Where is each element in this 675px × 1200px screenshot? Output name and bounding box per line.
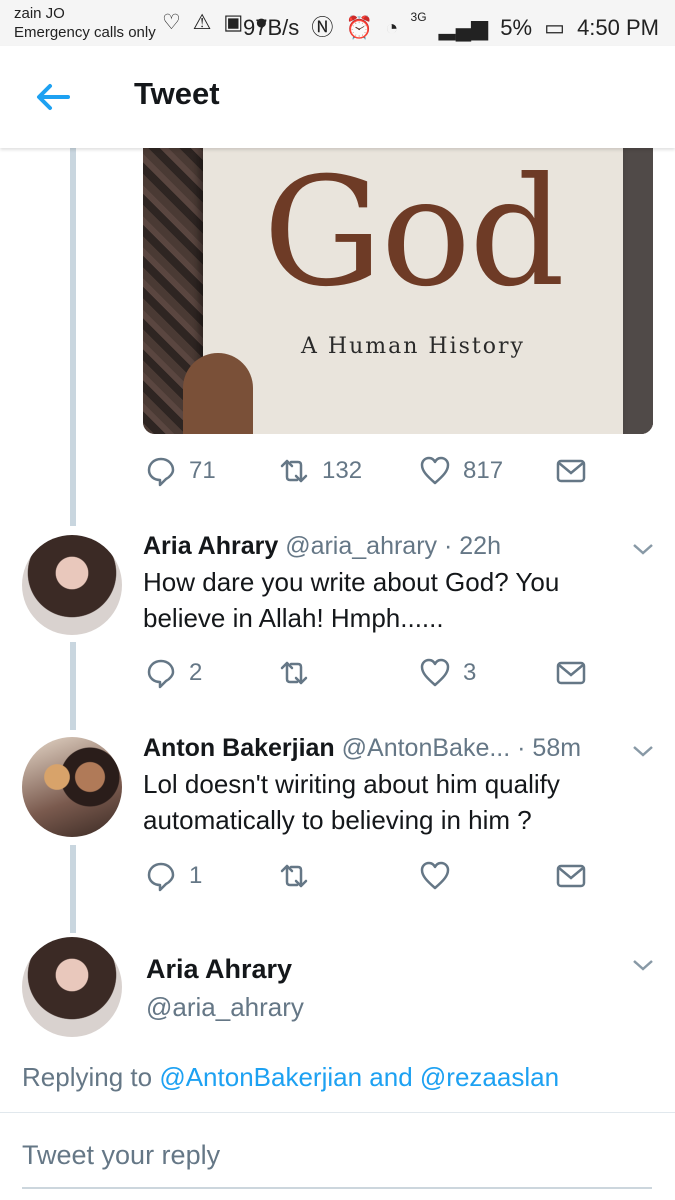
envelope-icon	[556, 459, 586, 483]
thread-line	[70, 148, 76, 526]
book-subtitle: A Human History	[301, 334, 525, 359]
battery-icon: ▭	[544, 15, 565, 40]
clock: 4:50 PM	[577, 15, 659, 40]
network-speed: 97B/s	[243, 15, 300, 40]
mention-link[interactable]: @AntonBakerjian	[159, 1062, 362, 1092]
reply-count: 71	[189, 457, 216, 484]
heart-icon	[420, 456, 450, 485]
carrier-info: zain JO Emergency calls only	[14, 4, 156, 42]
chevron-down-icon[interactable]	[632, 744, 654, 758]
nfc-icon: Ⓝ	[311, 15, 334, 40]
chevron-down-icon[interactable]	[632, 542, 654, 556]
envelope-icon	[556, 661, 586, 685]
mention-and[interactable]: and	[369, 1062, 412, 1092]
retweet-button[interactable]	[278, 860, 322, 892]
dm-button[interactable]	[555, 455, 599, 487]
like-button[interactable]: 3	[419, 657, 476, 689]
back-button[interactable]	[34, 78, 72, 116]
display-name[interactable]: Aria Ahrary	[146, 954, 292, 985]
like-count: 3	[463, 659, 477, 686]
chevron-down-icon[interactable]	[632, 958, 654, 972]
network-type: 3G	[410, 10, 427, 24]
status-bar: zain JO Emergency calls only ♡ ⚠ ▣ ● 97B…	[0, 0, 675, 46]
input-underline	[22, 1187, 652, 1189]
tweet-header: Anton Bakerjian @AntonBake... · 58m	[143, 734, 581, 763]
emergency-text: Emergency calls only	[14, 24, 156, 41]
timestamp: · 22h	[444, 532, 501, 560]
like-button[interactable]: 817	[419, 455, 503, 487]
dm-button[interactable]	[555, 860, 599, 892]
avatar[interactable]	[22, 737, 122, 837]
reply-icon	[147, 659, 175, 689]
retweet-icon	[280, 864, 308, 888]
warning-icon: ⚠	[192, 11, 212, 34]
display-name[interactable]: Anton Bakerjian	[143, 734, 335, 762]
mention-link[interactable]: @rezaaslan	[420, 1062, 559, 1092]
system-status: 97B/s Ⓝ ⏰ ◔ 3G ▂▄▆ 5% ▭ 4:50 PM	[237, 10, 659, 42]
signal-icon: ▂▄▆	[438, 15, 489, 40]
display-name[interactable]: Aria Ahrary	[143, 532, 278, 560]
arrow-left-icon	[37, 84, 70, 110]
reply-icon	[147, 457, 175, 487]
handle[interactable]: @AntonBake...	[342, 734, 511, 762]
carrier-name: zain JO	[14, 5, 65, 22]
replying-prefix: Replying to	[22, 1062, 153, 1092]
avatar[interactable]	[22, 535, 122, 635]
retweet-icon	[280, 661, 308, 685]
heart-icon	[420, 658, 450, 687]
reply-button[interactable]: 2	[145, 657, 202, 689]
like-button[interactable]	[419, 860, 463, 892]
wifi-icon: ◔	[385, 15, 399, 40]
retweet-icon	[280, 459, 308, 483]
timestamp: · 58m	[517, 734, 582, 762]
thread-line	[70, 642, 76, 730]
reply-button[interactable]: 1	[145, 860, 202, 892]
tweet-text: Lol doesn't wiriting about him qualify a…	[143, 769, 560, 835]
tweet-actions: 1	[143, 860, 603, 896]
like-count: 817	[463, 457, 504, 484]
thumb	[183, 353, 253, 434]
app-header: Tweet	[0, 46, 675, 148]
dm-button[interactable]	[555, 657, 599, 689]
retweet-button[interactable]: 132	[278, 455, 362, 487]
reply-count: 1	[189, 862, 203, 889]
retweet-count: 132	[322, 457, 363, 484]
reply-icon	[147, 862, 175, 892]
reply-input[interactable]	[22, 1140, 652, 1171]
tweet-text: How dare you write about God? You believ…	[143, 567, 560, 633]
thread-line	[70, 845, 76, 933]
handle[interactable]: @aria_ahrary	[146, 992, 304, 1023]
reply-button[interactable]: 71	[145, 455, 216, 487]
handle[interactable]: @aria_ahrary	[285, 532, 437, 560]
tweet-header: Aria Ahrary @aria_ahrary · 22h	[143, 532, 501, 561]
battery-percent: 5%	[500, 15, 533, 40]
replying-to: Replying to @AntonBakerjian and @rezaasl…	[22, 1062, 559, 1093]
page-title: Tweet	[134, 76, 220, 111]
reply-count: 2	[189, 659, 203, 686]
divider	[0, 1112, 675, 1113]
heart-icon	[420, 861, 450, 890]
tweet-actions: 2 3	[143, 657, 603, 693]
avatar[interactable]	[22, 937, 122, 1037]
envelope-icon	[556, 864, 586, 888]
tweet-actions: 71 132 817	[143, 455, 603, 491]
book-cover: God A Human History	[203, 148, 623, 434]
retweet-button[interactable]	[278, 657, 322, 689]
heart-rate-icon: ♡	[162, 11, 181, 34]
alarm-icon: ⏰	[345, 15, 373, 40]
tweet-image[interactable]: God A Human History	[143, 148, 653, 434]
book-title: God	[262, 148, 565, 320]
